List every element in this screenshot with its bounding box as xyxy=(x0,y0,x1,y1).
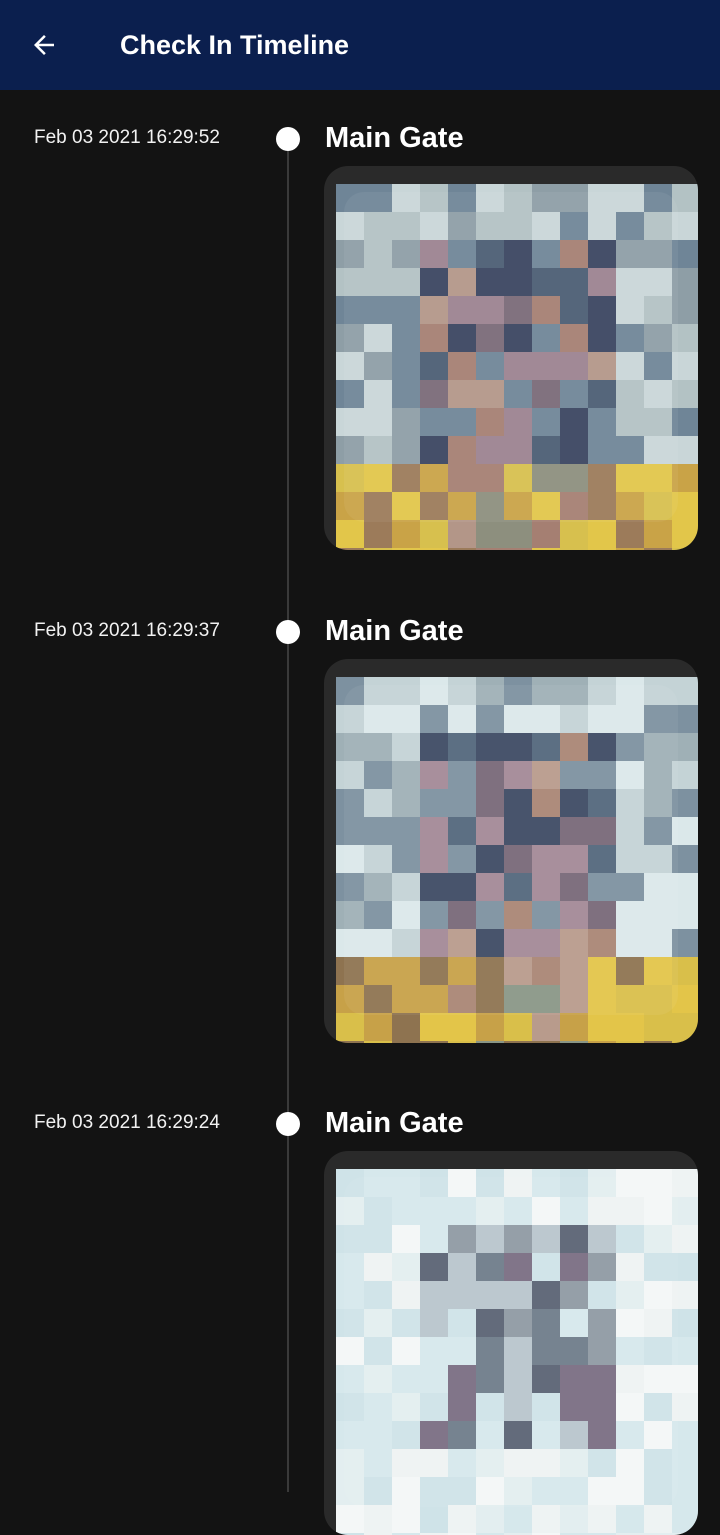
mosaic-tile xyxy=(560,1013,588,1041)
mosaic-tile xyxy=(392,1041,420,1043)
mosaic-tile xyxy=(504,520,532,548)
mosaic-tile xyxy=(532,1013,560,1041)
page-title: Check In Timeline xyxy=(120,30,350,60)
mosaic-tile xyxy=(588,1013,616,1041)
mosaic-tile xyxy=(448,548,476,550)
mosaic-tile xyxy=(364,520,392,548)
mosaic-tile xyxy=(644,1041,672,1043)
mosaic-tile xyxy=(476,520,504,548)
pixelated-face-photo-icon xyxy=(336,1169,698,1535)
mosaic-tile xyxy=(644,1013,672,1041)
entry-location: Main Gate xyxy=(325,1107,464,1139)
mosaic-tile xyxy=(672,520,698,548)
back-button[interactable] xyxy=(22,23,66,67)
mosaic-tile xyxy=(672,548,698,550)
mosaic-tile xyxy=(420,548,448,550)
entry-location: Main Gate xyxy=(325,122,464,154)
check-in-photo[interactable] xyxy=(324,659,698,1043)
mosaic-tile xyxy=(588,1041,616,1043)
mosaic-tile xyxy=(420,1041,448,1043)
mosaic-tile xyxy=(616,548,644,550)
arrow-left-icon xyxy=(34,35,54,55)
mosaic-tile xyxy=(364,1041,392,1043)
mosaic-tile xyxy=(616,1505,644,1533)
mosaic-tile xyxy=(560,1041,588,1043)
timeline-dot-icon xyxy=(276,127,300,151)
mosaic-tile xyxy=(336,1041,364,1043)
mosaic-tile xyxy=(588,1505,616,1533)
mosaic-tile xyxy=(672,1041,698,1043)
entry-timestamp: Feb 03 2021 16:29:52 xyxy=(34,127,220,148)
mosaic-tile xyxy=(476,1505,504,1533)
mosaic-tile xyxy=(616,520,644,548)
mosaic-tile xyxy=(336,1013,364,1041)
mosaic-tile xyxy=(616,1041,644,1043)
mosaic-tile xyxy=(672,1013,698,1041)
mosaic-tile xyxy=(392,1013,420,1041)
mosaic-tile xyxy=(392,548,420,550)
check-in-photo[interactable] xyxy=(324,1151,698,1535)
mosaic-tile xyxy=(420,1013,448,1041)
mosaic-tile xyxy=(532,548,560,550)
mosaic-tile xyxy=(420,1505,448,1533)
check-in-photo[interactable] xyxy=(324,166,698,550)
timeline-line xyxy=(287,136,289,1492)
mosaic-tile xyxy=(532,520,560,548)
mosaic-tile xyxy=(392,1505,420,1533)
pixelated-face-photo-icon xyxy=(336,677,698,1043)
mosaic-tile xyxy=(532,1505,560,1533)
mosaic-tile xyxy=(644,1505,672,1533)
timeline-dot-icon xyxy=(276,1112,300,1136)
mosaic-tile xyxy=(532,1041,560,1043)
mosaic-tile xyxy=(364,1013,392,1041)
mosaic-tile xyxy=(504,1041,532,1043)
mosaic-tile xyxy=(644,548,672,550)
mosaic-tile xyxy=(364,1505,392,1533)
mosaic-tile xyxy=(560,1505,588,1533)
mosaic-tile xyxy=(448,1013,476,1041)
mosaic-tile xyxy=(476,548,504,550)
mosaic-tile xyxy=(336,520,364,548)
photo-overlay xyxy=(344,1177,678,1507)
entry-timestamp: Feb 03 2021 16:29:24 xyxy=(34,1112,220,1133)
entry-timestamp: Feb 03 2021 16:29:37 xyxy=(34,620,220,641)
photo-overlay xyxy=(344,192,678,522)
mosaic-tile xyxy=(448,1505,476,1533)
mosaic-tile xyxy=(504,548,532,550)
mosaic-tile xyxy=(364,548,392,550)
mosaic-tile xyxy=(420,520,448,548)
pixelated-face-photo-icon xyxy=(336,184,698,550)
photo-overlay xyxy=(344,685,678,1015)
mosaic-tile xyxy=(588,520,616,548)
mosaic-tile xyxy=(476,1013,504,1041)
mosaic-tile xyxy=(504,1505,532,1533)
app-bar: Check In Timeline xyxy=(0,0,720,90)
mosaic-tile xyxy=(448,1041,476,1043)
mosaic-tile xyxy=(644,520,672,548)
mosaic-tile xyxy=(504,1013,532,1041)
timeline-dot-icon xyxy=(276,620,300,644)
mosaic-tile xyxy=(560,520,588,548)
entry-location: Main Gate xyxy=(325,615,464,647)
mosaic-tile xyxy=(616,1013,644,1041)
mosaic-tile xyxy=(336,1505,364,1533)
mosaic-tile xyxy=(476,1041,504,1043)
mosaic-tile xyxy=(392,520,420,548)
mosaic-tile xyxy=(336,548,364,550)
mosaic-tile xyxy=(672,1505,698,1533)
mosaic-tile xyxy=(560,548,588,550)
mosaic-tile xyxy=(588,548,616,550)
mosaic-tile xyxy=(448,520,476,548)
